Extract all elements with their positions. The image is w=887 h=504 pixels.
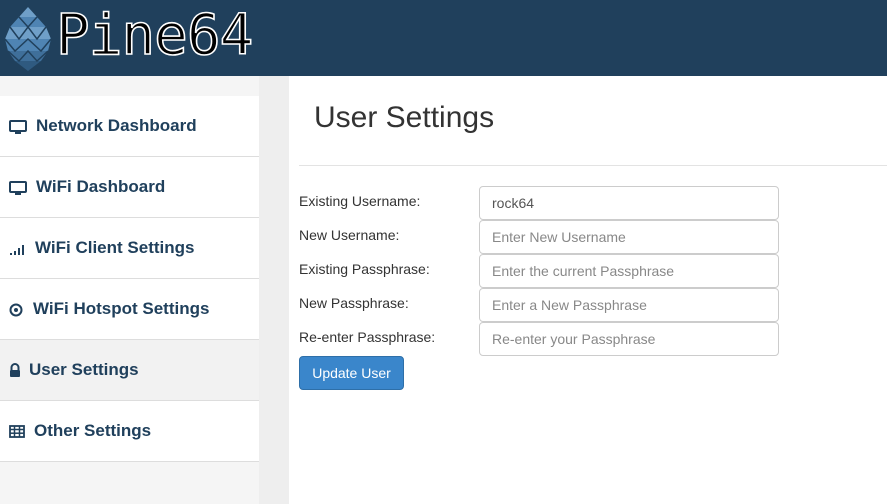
divider xyxy=(299,165,887,166)
signal-icon xyxy=(10,245,24,255)
pinecone-icon xyxy=(4,7,52,71)
existing-username-field[interactable] xyxy=(479,186,779,220)
reenter-passphrase-field[interactable] xyxy=(479,322,779,356)
sidebar-item-label: WiFi Hotspot Settings xyxy=(33,299,210,318)
sidebar-item-other-settings[interactable]: Other Settings xyxy=(0,401,259,462)
sidebar-item-label: WiFi Client Settings xyxy=(35,238,195,257)
sidebar-item-label: Other Settings xyxy=(34,421,152,440)
sidebar-item-wifi-client-settings[interactable]: WiFi Client Settings xyxy=(0,218,259,279)
brand-name: Pine64 xyxy=(55,3,254,69)
top-bar: Pine64 xyxy=(0,0,887,76)
existing-passphrase-field[interactable] xyxy=(479,254,779,288)
sidebar-item-wifi-dashboard[interactable]: WiFi Dashboard xyxy=(0,157,259,218)
page-title: User Settings xyxy=(314,101,495,134)
sidebar-item-label: User Settings xyxy=(29,360,139,379)
new-username-label: New Username: xyxy=(299,227,400,243)
sidebar-item-user-settings[interactable]: User Settings xyxy=(0,340,259,401)
table-icon xyxy=(9,425,25,438)
new-passphrase-label: New Passphrase: xyxy=(299,295,409,311)
update-user-button[interactable]: Update User xyxy=(299,356,404,390)
sidebar-item-network-dashboard[interactable]: Network Dashboard xyxy=(0,96,259,157)
sidebar: Network Dashboard WiFi Dashboard WiFi Cl… xyxy=(0,96,259,462)
new-username-field[interactable] xyxy=(479,220,779,254)
main-panel: User Settings Existing Username: New Use… xyxy=(289,76,887,504)
sidebar-item-label: WiFi Dashboard xyxy=(36,177,166,196)
monitor-icon xyxy=(9,120,27,134)
monitor-icon xyxy=(9,181,27,195)
new-passphrase-field[interactable] xyxy=(479,288,779,322)
existing-passphrase-label: Existing Passphrase: xyxy=(299,261,430,277)
existing-username-label: Existing Username: xyxy=(299,193,421,209)
sidebar-item-label: Network Dashboard xyxy=(36,116,197,135)
target-icon xyxy=(9,303,23,317)
sidebar-item-wifi-hotspot-settings[interactable]: WiFi Hotspot Settings xyxy=(0,279,259,340)
lock-icon xyxy=(10,363,20,377)
content-gutter xyxy=(259,76,289,504)
reenter-passphrase-label: Re-enter Passphrase: xyxy=(299,329,436,345)
